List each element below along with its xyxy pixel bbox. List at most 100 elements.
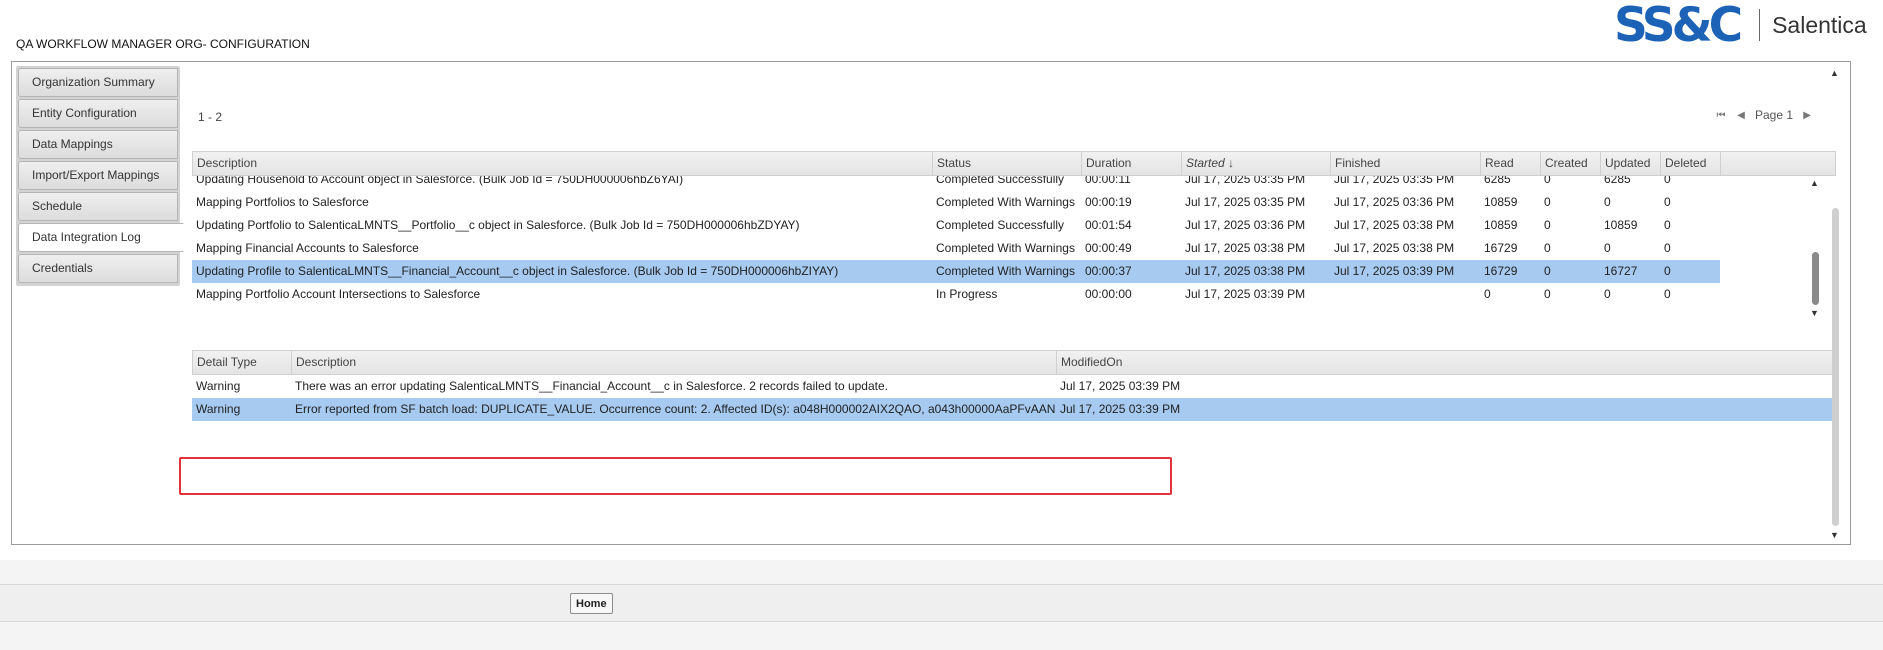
col-modified-on[interactable]: ModifiedOn	[1057, 351, 1207, 374]
col-updated[interactable]: Updated	[1601, 152, 1661, 175]
col-detail-description[interactable]: Description	[292, 351, 1057, 374]
table-row[interactable]: Updating Portfolio to SalenticaLMNTS__Po…	[192, 214, 1720, 237]
record-range: 1 - 2	[198, 110, 223, 124]
row-started: Jul 17, 2025 03:35 PM	[1185, 195, 1306, 209]
row-started: Jul 17, 2025 03:36 PM	[1185, 218, 1306, 232]
row-description: Updating Household to Account object in …	[196, 176, 684, 186]
row-started: Jul 17, 2025 03:38 PM	[1185, 241, 1306, 255]
row-deleted: 0	[1664, 218, 1671, 232]
scroll-thumb[interactable]	[1832, 208, 1839, 526]
tab-entity-configuration[interactable]: Entity Configuration	[18, 99, 178, 128]
logo-text: Salentica	[1772, 11, 1867, 38]
row-updated: 16727	[1604, 264, 1638, 278]
detail-description: Error reported from SF batch load: DUPLI…	[295, 402, 1056, 416]
row-started: Jul 17, 2025 03:35 PM	[1185, 176, 1306, 186]
row-deleted: 0	[1664, 264, 1671, 278]
row-duration: 00:01:54	[1085, 218, 1132, 232]
col-deleted[interactable]: Deleted	[1661, 152, 1721, 175]
previous-page-icon[interactable]: ◀	[1735, 110, 1747, 121]
tab-schedule[interactable]: Schedule	[18, 192, 178, 221]
next-page-icon[interactable]: ▶	[1801, 110, 1813, 121]
table-row[interactable]: Mapping Portfolio Account Intersections …	[192, 283, 1720, 306]
col-created[interactable]: Created	[1541, 152, 1601, 175]
detail-modified-on: Jul 17, 2025 03:39 PM	[1060, 402, 1181, 416]
log-table-body: Updating Household to Account object in …	[192, 176, 1836, 316]
row-deleted: 0	[1664, 287, 1671, 301]
row-status: Completed With Warnings	[936, 195, 1075, 209]
row-read: 16729	[1484, 264, 1518, 278]
table-row-selected[interactable]: Warning Error reported from SF batch loa…	[192, 398, 1836, 421]
row-finished: Jul 17, 2025 03:39 PM	[1334, 264, 1455, 278]
page-label: Page 1	[1755, 108, 1794, 122]
logo: SS&C Salentica	[1614, 0, 1867, 53]
table-row[interactable]: Mapping Financial Accounts to Salesforce…	[192, 237, 1720, 260]
row-started: Jul 17, 2025 03:39 PM	[1185, 287, 1306, 301]
tab-credentials[interactable]: Credentials	[18, 254, 178, 283]
pager: ⏮ ◀ Page 1 ▶	[1715, 102, 1813, 128]
row-status: Completed With Warnings	[936, 241, 1075, 255]
page: QA WORKFLOW MANAGER ORG- CONFIGURATION S…	[0, 0, 1883, 560]
row-updated: 0	[1604, 241, 1611, 255]
row-read: 10859	[1484, 218, 1518, 232]
col-finished[interactable]: Finished	[1331, 152, 1481, 175]
detail-type: Warning	[196, 402, 241, 416]
nav-tabs: Organization Summary Entity Configuratio…	[16, 66, 184, 286]
row-description: Mapping Financial Accounts to Salesforce	[196, 241, 419, 255]
table-row[interactable]: Warning There was an error updating Sale…	[192, 375, 1836, 398]
row-description: Updating Portfolio to SalenticaLMNTS__Po…	[196, 218, 800, 232]
row-finished	[1330, 283, 1480, 306]
tab-data-mappings[interactable]: Data Mappings	[18, 130, 178, 159]
sort-descending-icon: ↓	[1228, 156, 1235, 170]
row-deleted: 0	[1664, 176, 1671, 186]
row-duration: 00:00:37	[1085, 264, 1132, 278]
row-finished: Jul 17, 2025 03:35 PM	[1334, 176, 1455, 186]
logo-mark: SS&C	[1614, 0, 1743, 53]
row-finished: Jul 17, 2025 03:38 PM	[1334, 241, 1455, 255]
row-created: 0	[1544, 176, 1551, 186]
row-read: 6285	[1484, 176, 1511, 186]
scroll-thumb[interactable]	[1812, 252, 1819, 305]
first-page-icon[interactable]: ⏮	[1715, 110, 1727, 121]
row-status: Completed With Warnings	[936, 264, 1075, 278]
row-duration: 00:00:00	[1085, 287, 1132, 301]
logo-divider	[1759, 9, 1761, 41]
table-row-selected[interactable]: Updating Profile to SalenticaLMNTS__Fina…	[192, 260, 1720, 283]
row-duration: 00:00:19	[1085, 195, 1132, 209]
row-created: 0	[1544, 241, 1551, 255]
row-deleted: 0	[1664, 241, 1671, 255]
row-description: Mapping Portfolio Account Intersections …	[196, 287, 481, 301]
col-started[interactable]: Started ↓	[1182, 152, 1331, 175]
row-read: 0	[1484, 287, 1491, 301]
scroll-up-icon[interactable]: ▲	[1830, 68, 1839, 78]
col-duration[interactable]: Duration	[1082, 152, 1182, 175]
table-row[interactable]: Mapping Portfolios to Salesforce Complet…	[192, 191, 1720, 214]
table-row[interactable]: Updating Household to Account object in …	[192, 176, 1720, 191]
row-status: In Progress	[936, 287, 998, 301]
col-detail-type[interactable]: Detail Type	[193, 351, 292, 374]
detail-modified-on: Jul 17, 2025 03:39 PM	[1060, 379, 1181, 393]
row-started: Jul 17, 2025 03:38 PM	[1185, 264, 1306, 278]
scroll-down-icon[interactable]: ▼	[1810, 308, 1819, 318]
row-description: Updating Profile to SalenticaLMNTS__Fina…	[196, 264, 839, 278]
panel-scrollbar[interactable]: ▲ ▼	[1828, 66, 1844, 542]
row-duration: 00:00:49	[1085, 241, 1132, 255]
row-created: 0	[1544, 195, 1551, 209]
scroll-up-icon[interactable]: ▲	[1810, 178, 1819, 188]
tab-data-integration-log[interactable]: Data Integration Log	[18, 223, 184, 252]
tab-import-export-mappings[interactable]: Import/Export Mappings	[18, 161, 178, 190]
col-description[interactable]: Description	[193, 152, 933, 175]
row-deleted: 0	[1664, 195, 1671, 209]
detail-description: There was an error updating SalenticaLMN…	[295, 379, 888, 393]
log-table-scrollbar[interactable]: ▲ ▼	[1809, 178, 1823, 320]
row-finished: Jul 17, 2025 03:36 PM	[1334, 195, 1455, 209]
col-read[interactable]: Read	[1481, 152, 1541, 175]
page-title: QA WORKFLOW MANAGER ORG- CONFIGURATION	[16, 37, 310, 51]
row-updated: 0	[1604, 195, 1611, 209]
tab-organization-summary[interactable]: Organization Summary	[18, 68, 178, 97]
row-updated: 0	[1604, 287, 1611, 301]
home-button[interactable]: Home	[570, 593, 613, 614]
col-status[interactable]: Status	[933, 152, 1082, 175]
row-created: 0	[1544, 287, 1551, 301]
detail-type: Warning	[196, 379, 241, 393]
scroll-down-icon[interactable]: ▼	[1830, 530, 1839, 540]
